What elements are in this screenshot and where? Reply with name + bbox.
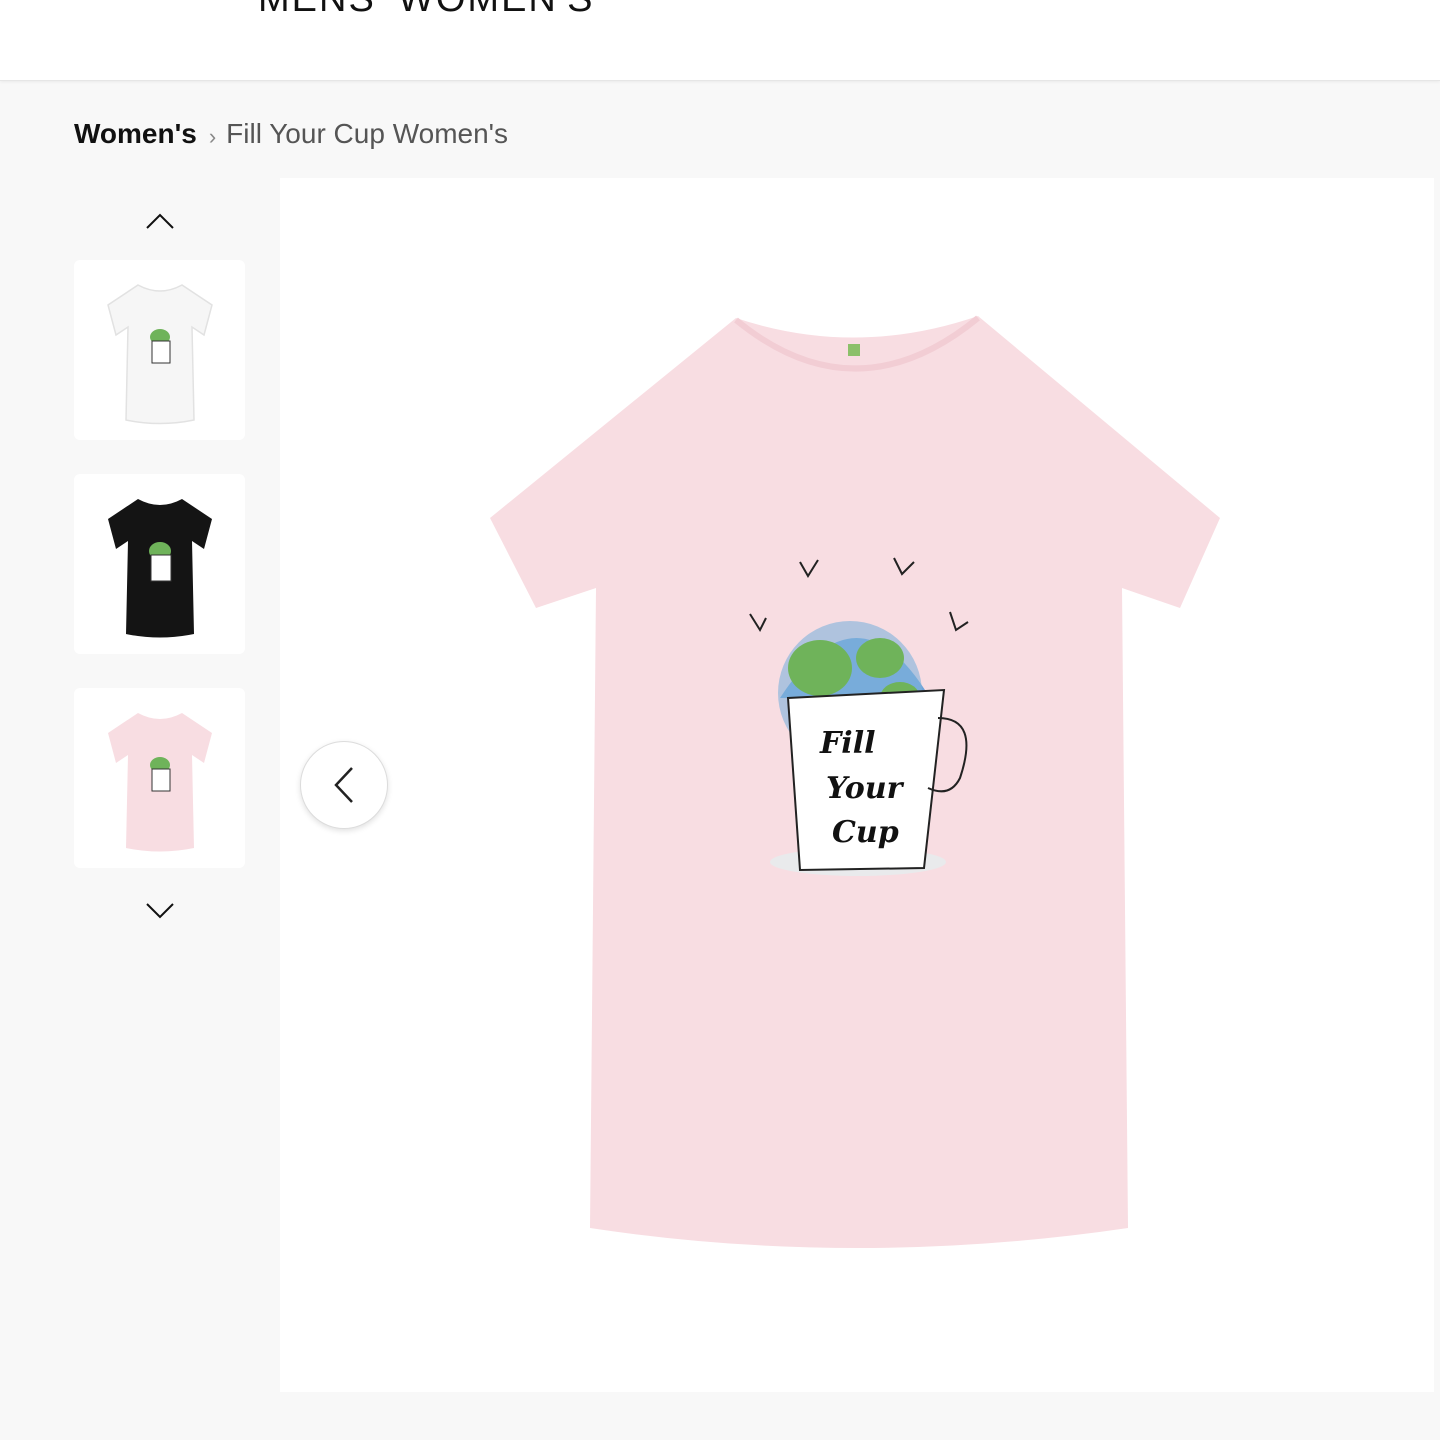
thumbnail-up-button[interactable] xyxy=(140,206,180,236)
print-text-cup: Cup xyxy=(832,815,899,850)
breadcrumb-separator-icon: › xyxy=(208,124,217,149)
breadcrumb: Women's › Fill Your Cup Women's xyxy=(74,114,508,154)
thumbnail-down-button[interactable] xyxy=(140,896,180,926)
top-navigation: MENS WOMEN'S xyxy=(0,0,1440,81)
thumbnail-pink-shirt[interactable] xyxy=(74,688,245,868)
print-text-fill: Fill xyxy=(819,726,876,761)
nav-link-mens[interactable]: MENS xyxy=(258,0,376,21)
previous-image-button[interactable] xyxy=(300,741,388,829)
nav-link-womens[interactable]: WOMEN'S xyxy=(398,0,594,21)
thumbnail-white-shirt[interactable] xyxy=(74,260,245,440)
shirt-thumbnail-image xyxy=(107,713,212,852)
shirt-thumbnail-image xyxy=(107,499,212,638)
breadcrumb-current: Fill Your Cup Women's xyxy=(226,118,509,149)
chevron-up-icon xyxy=(146,213,174,229)
chevron-down-icon xyxy=(146,903,174,919)
shirt-thumbnail-image xyxy=(106,284,213,425)
thumbnail-black-shirt[interactable] xyxy=(74,474,245,654)
main-product-image: Fill Your Cup xyxy=(280,178,1434,1392)
chevron-left-icon xyxy=(334,767,353,803)
breadcrumb-link-womens[interactable]: Women's xyxy=(74,118,197,150)
pink-shirt-image: Fill Your Cup xyxy=(490,315,1220,1248)
print-text-your: Your xyxy=(826,771,905,806)
